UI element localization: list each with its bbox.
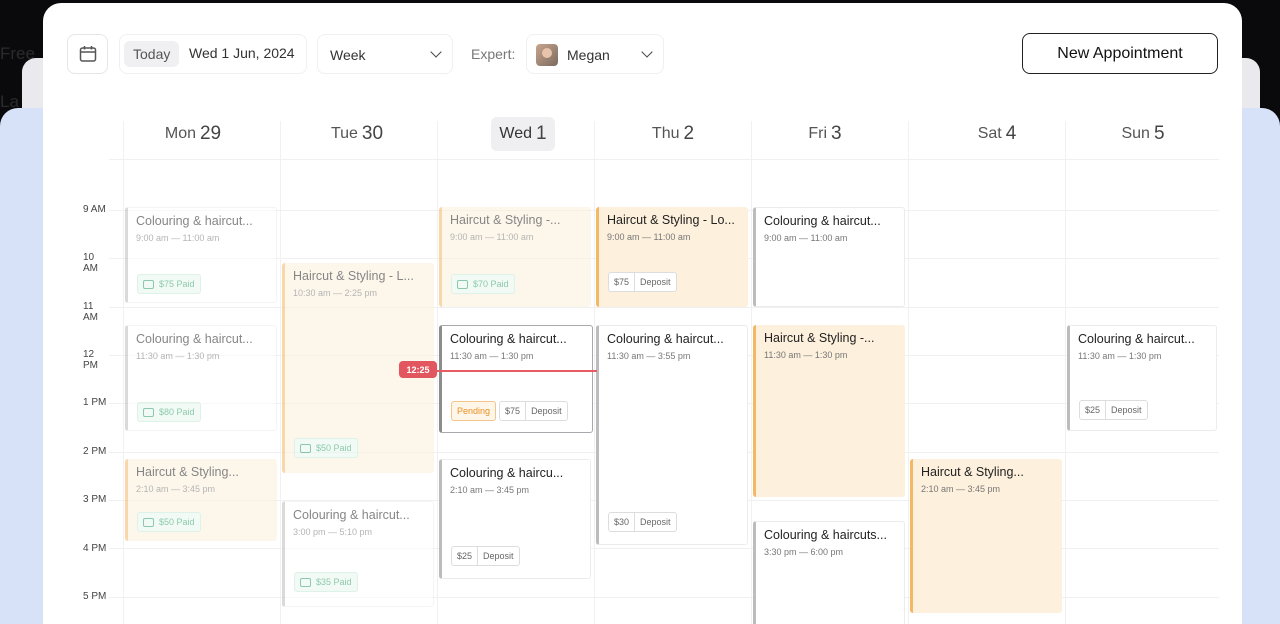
expert-label: Expert: bbox=[471, 46, 516, 62]
appointment-time: 11:30 am — 1:30 pm bbox=[1078, 351, 1162, 361]
appointment-title: Colouring & haircut... bbox=[764, 214, 881, 228]
chevron-down-icon bbox=[641, 46, 653, 58]
payment-status-badge: $50 Paid bbox=[137, 512, 201, 532]
expert-select[interactable]: Megan bbox=[526, 34, 664, 74]
day-header-fri[interactable]: Fri 3 bbox=[785, 117, 865, 151]
current-time-line bbox=[437, 370, 597, 372]
day-header-thu[interactable]: Thu 2 bbox=[633, 117, 713, 151]
payment-status-badge: $80 Paid bbox=[137, 402, 201, 422]
appointment-card[interactable]: Haircut & Styling - Lo... 9:00 am — 11:0… bbox=[596, 207, 748, 307]
day-header-mon[interactable]: Mon 29 bbox=[153, 117, 233, 151]
time-label: 11 AM bbox=[83, 301, 98, 323]
card-icon bbox=[143, 279, 154, 289]
appointment-time: 10:30 am — 2:25 pm bbox=[293, 288, 378, 298]
appointment-time: 9:00 am — 11:00 am bbox=[764, 233, 848, 243]
payment-status-badge: $30 Deposit bbox=[608, 512, 677, 532]
payment-status-badge: $75 Deposit bbox=[499, 401, 568, 421]
appointment-time: 11:30 am — 1:30 pm bbox=[450, 351, 534, 361]
appointment-title: Haircut & Styling - L... bbox=[293, 269, 414, 283]
time-label: 1 PM bbox=[83, 397, 107, 408]
appointment-title: Haircut & Styling - Lo... bbox=[607, 213, 735, 227]
appointment-title: Haircut & Styling -... bbox=[764, 331, 875, 345]
day-header-sun[interactable]: Sun 5 bbox=[1103, 117, 1183, 151]
appointment-title: Haircut & Styling -... bbox=[450, 213, 561, 227]
appointment-title: Haircut & Styling... bbox=[136, 465, 239, 479]
payment-status-badge: $25 Deposit bbox=[1079, 400, 1148, 420]
appointment-time: 2:10 am — 3:45 pm bbox=[450, 485, 530, 495]
card-icon bbox=[457, 279, 468, 289]
hour-line bbox=[109, 307, 1219, 308]
payment-status-badge: $75 Deposit bbox=[608, 272, 677, 292]
appointment-card[interactable]: Haircut & Styling... 2:10 am — 3:45 pm $… bbox=[125, 459, 277, 541]
cash-icon bbox=[300, 443, 311, 453]
card-icon bbox=[143, 407, 154, 417]
calendar-picker-button[interactable] bbox=[67, 34, 108, 74]
appointment-card[interactable]: Colouring & haircut... 11:30 am — 1:30 p… bbox=[1067, 325, 1217, 431]
payment-status-badge: $50 Paid bbox=[294, 438, 358, 458]
current-date-label: Wed 1 Jun, 2024 bbox=[189, 45, 295, 61]
appointment-card[interactable]: Colouring & haircut... 3:00 pm — 5:10 pm… bbox=[282, 501, 434, 607]
cash-icon bbox=[143, 517, 154, 527]
appointment-time: 9:00 am — 11:00 am bbox=[136, 233, 220, 243]
appointment-title: Colouring & haircut... bbox=[136, 332, 253, 346]
calendar-icon bbox=[79, 46, 96, 62]
appointment-time: 11:30 am — 3:55 pm bbox=[607, 351, 691, 361]
day-header-wed[interactable]: Wed 1 bbox=[491, 117, 555, 151]
chevron-down-icon bbox=[430, 46, 442, 58]
appointment-time: 9:00 am — 11:00 am bbox=[450, 232, 534, 242]
expert-select-value: Megan bbox=[567, 47, 610, 63]
time-label: 2 PM bbox=[83, 446, 107, 457]
time-label: 12 PM bbox=[83, 349, 98, 371]
appointment-card[interactable]: Colouring & haircut... 11:30 am — 3:55 p… bbox=[596, 325, 748, 545]
appointment-card[interactable]: Colouring & haircut... 9:00 am — 11:00 a… bbox=[125, 207, 277, 303]
current-time-badge: 12:25 bbox=[399, 361, 437, 378]
appointment-card[interactable]: Colouring & haircut... 11:30 am — 1:30 p… bbox=[125, 325, 277, 431]
appointment-time: 9:00 am — 11:00 am bbox=[607, 232, 691, 242]
payment-status-badge: $70 Paid bbox=[451, 274, 515, 294]
appointment-title: Colouring & haircuts... bbox=[764, 528, 887, 542]
appointment-card[interactable]: Colouring & haircuts... 3:30 pm — 6:00 p… bbox=[753, 521, 905, 624]
cash-icon bbox=[300, 577, 311, 587]
appointment-time: 2:10 am — 3:45 pm bbox=[921, 484, 1001, 494]
payment-status-badge: $25 Deposit bbox=[451, 546, 520, 566]
payment-status-badge: $35 Paid bbox=[294, 572, 358, 592]
view-select[interactable]: Week bbox=[317, 34, 453, 74]
appointment-title: Haircut & Styling... bbox=[921, 465, 1024, 479]
hour-line bbox=[109, 159, 1219, 160]
appointment-card[interactable]: Haircut & Styling -... 9:00 am — 11:00 a… bbox=[439, 207, 591, 307]
time-label: 5 PM bbox=[83, 591, 107, 602]
appointment-card[interactable]: Colouring & haircut... 9:00 am — 11:00 a… bbox=[753, 207, 905, 307]
time-label: 10 AM bbox=[83, 252, 98, 274]
today-button[interactable]: Today bbox=[124, 41, 180, 67]
toolbar: Today Wed 1 Jun, 2024 Week Expert: Megan… bbox=[43, 3, 1242, 103]
avatar bbox=[536, 44, 558, 66]
appointment-title: Colouring & haircu... bbox=[450, 466, 564, 480]
time-label: 3 PM bbox=[83, 494, 107, 505]
calendar-app: Today Wed 1 Jun, 2024 Week Expert: Megan… bbox=[43, 3, 1242, 624]
appointment-time: 2:10 am — 3:45 pm bbox=[136, 484, 216, 494]
appointment-title: Colouring & haircut... bbox=[450, 332, 567, 346]
time-label: 4 PM bbox=[83, 543, 107, 554]
appointment-title: Colouring & haircut... bbox=[293, 508, 410, 522]
appointment-title: Colouring & haircut... bbox=[136, 214, 253, 228]
pending-status-badge: Pending bbox=[451, 401, 497, 421]
appointment-card[interactable]: Haircut & Styling... 2:10 am — 3:45 pm bbox=[910, 459, 1062, 613]
appointment-title: Colouring & haircut... bbox=[607, 332, 724, 346]
payment-status-badge: $75 Paid bbox=[137, 274, 201, 294]
new-appointment-button[interactable]: New Appointment bbox=[1022, 33, 1218, 74]
view-select-value: Week bbox=[330, 47, 366, 63]
appointment-time: 3:30 pm — 6:00 pm bbox=[764, 547, 844, 557]
appointment-time: 11:30 am — 1:30 pm bbox=[764, 350, 848, 360]
time-label: 9 AM bbox=[83, 204, 106, 215]
appointment-time: 11:30 am — 1:30 pm bbox=[136, 351, 220, 361]
appointment-title: Colouring & haircut... bbox=[1078, 332, 1195, 346]
appointment-card-selected[interactable]: Colouring & haircut... 11:30 am — 1:30 p… bbox=[439, 325, 593, 433]
day-header-sat[interactable]: Sat 4 bbox=[957, 117, 1037, 151]
appointment-time: 3:00 pm — 5:10 pm bbox=[293, 527, 373, 537]
appointment-card[interactable]: Colouring & haircu... 2:10 am — 3:45 pm … bbox=[439, 459, 591, 579]
day-header-tue[interactable]: Tue 30 bbox=[317, 117, 397, 151]
appointment-card[interactable]: Haircut & Styling -... 11:30 am — 1:30 p… bbox=[753, 325, 905, 497]
